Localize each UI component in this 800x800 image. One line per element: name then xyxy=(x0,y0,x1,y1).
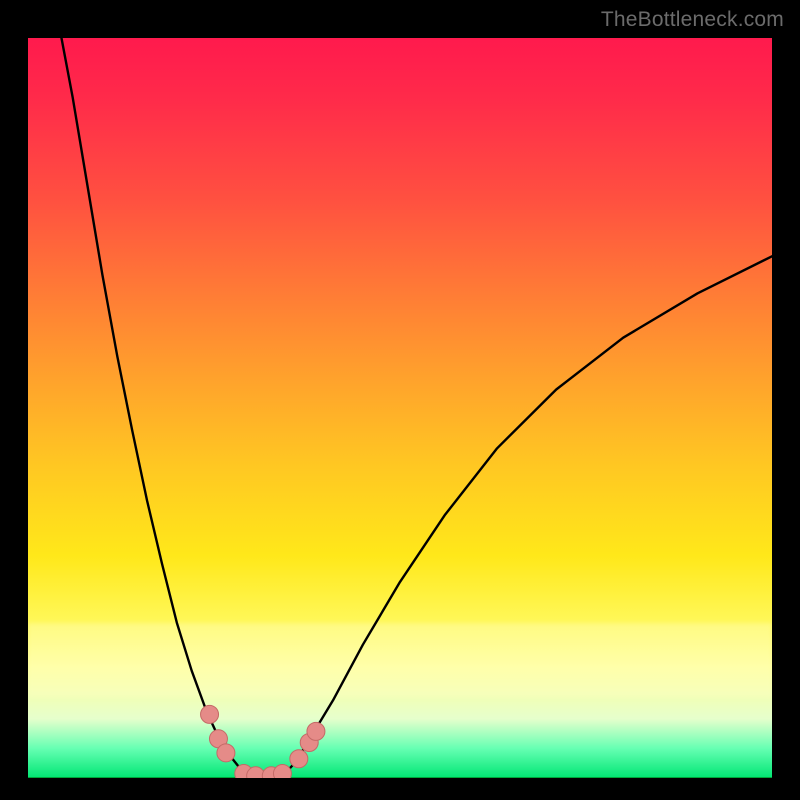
series-right-branch xyxy=(281,256,772,778)
marker-group xyxy=(201,705,325,778)
data-marker xyxy=(307,722,325,740)
data-marker xyxy=(273,765,291,778)
series-left-branch xyxy=(61,38,251,778)
chart-frame: TheBottleneck.com xyxy=(0,0,800,800)
curve-group xyxy=(61,38,772,778)
data-marker xyxy=(290,750,308,768)
plot-area xyxy=(28,38,772,778)
data-marker xyxy=(217,744,235,762)
watermark-text: TheBottleneck.com xyxy=(601,8,784,32)
data-marker xyxy=(201,705,219,723)
chart-svg xyxy=(28,38,772,778)
